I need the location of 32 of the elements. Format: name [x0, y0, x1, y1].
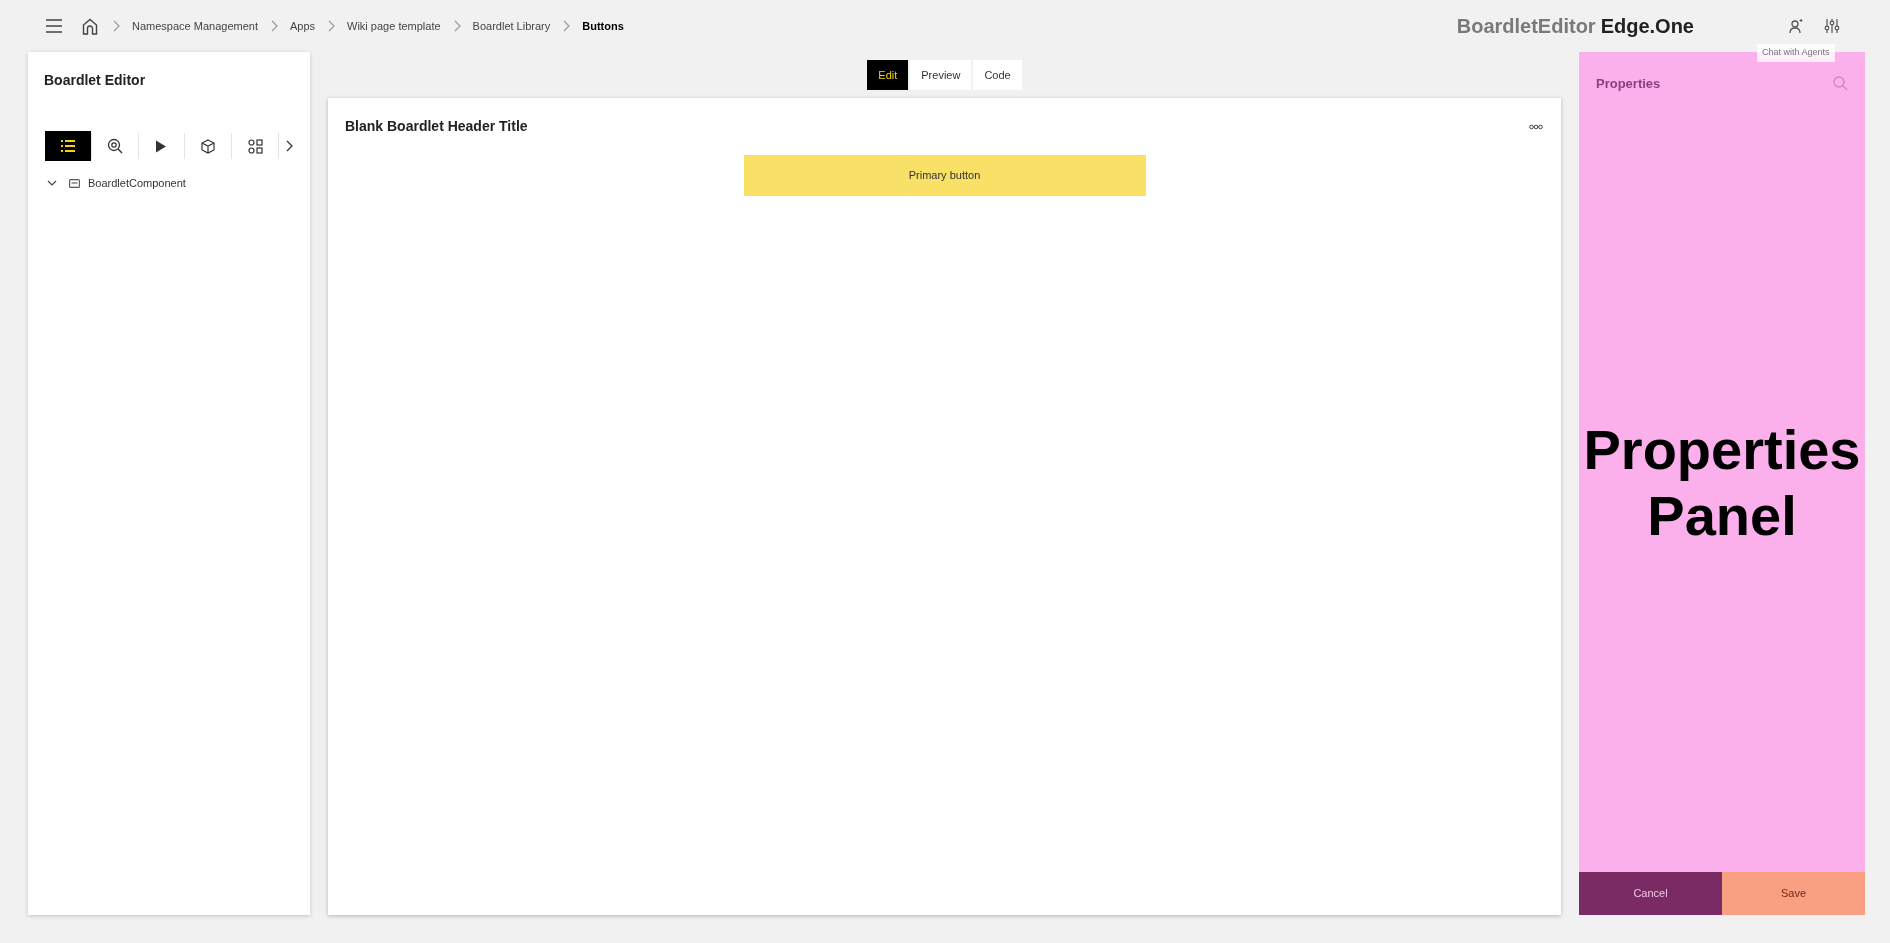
- expand-icon[interactable]: [47, 178, 57, 188]
- panel-placeholder-text: Properties Panel: [1582, 416, 1862, 549]
- primary-button[interactable]: Primary button: [743, 155, 1146, 196]
- breadcrumb-link[interactable]: Namespace Management: [132, 17, 258, 35]
- breadcrumb-link[interactable]: Wiki page template: [347, 17, 441, 35]
- chevron-icon: [452, 20, 461, 32]
- breadcrumb-link[interactable]: Boardlet Library: [472, 17, 551, 35]
- chevron-right-icon[interactable]: [285, 140, 293, 152]
- panel-title: Boardlet Editor: [43, 71, 147, 90]
- chevron-icon: [112, 20, 120, 32]
- app-name: BoardletEditor: [1456, 14, 1596, 39]
- card-title: Blank Boardlet Header Title: [345, 117, 528, 136]
- breadcrumb-link[interactable]: Buttons: [582, 17, 624, 35]
- list-icon[interactable]: [45, 131, 91, 161]
- home-icon[interactable]: [82, 16, 100, 36]
- tree-item[interactable]: BoardletComponent: [88, 174, 186, 192]
- save-button[interactable]: Save: [1722, 872, 1865, 915]
- tooltip: Chat with Agents: [1757, 44, 1835, 62]
- view-tab[interactable]: Edit: [867, 60, 909, 90]
- chevron-icon: [562, 20, 571, 32]
- chevron-icon: [269, 20, 278, 32]
- breadcrumb-link[interactable]: Apps: [289, 17, 316, 35]
- product-name: Edge.One: [1600, 14, 1694, 39]
- component-icon: [69, 178, 80, 188]
- view-tab[interactable]: Preview: [910, 60, 972, 90]
- view-tab[interactable]: Code: [973, 60, 1022, 90]
- menu-icon[interactable]: [44, 16, 64, 36]
- chevron-icon: [327, 20, 336, 32]
- more-icon[interactable]: [1529, 123, 1543, 130]
- panel-title: Properties: [1596, 75, 1661, 93]
- settings-sliders-icon[interactable]: [1822, 16, 1842, 36]
- cancel-button[interactable]: Cancel: [1579, 872, 1722, 915]
